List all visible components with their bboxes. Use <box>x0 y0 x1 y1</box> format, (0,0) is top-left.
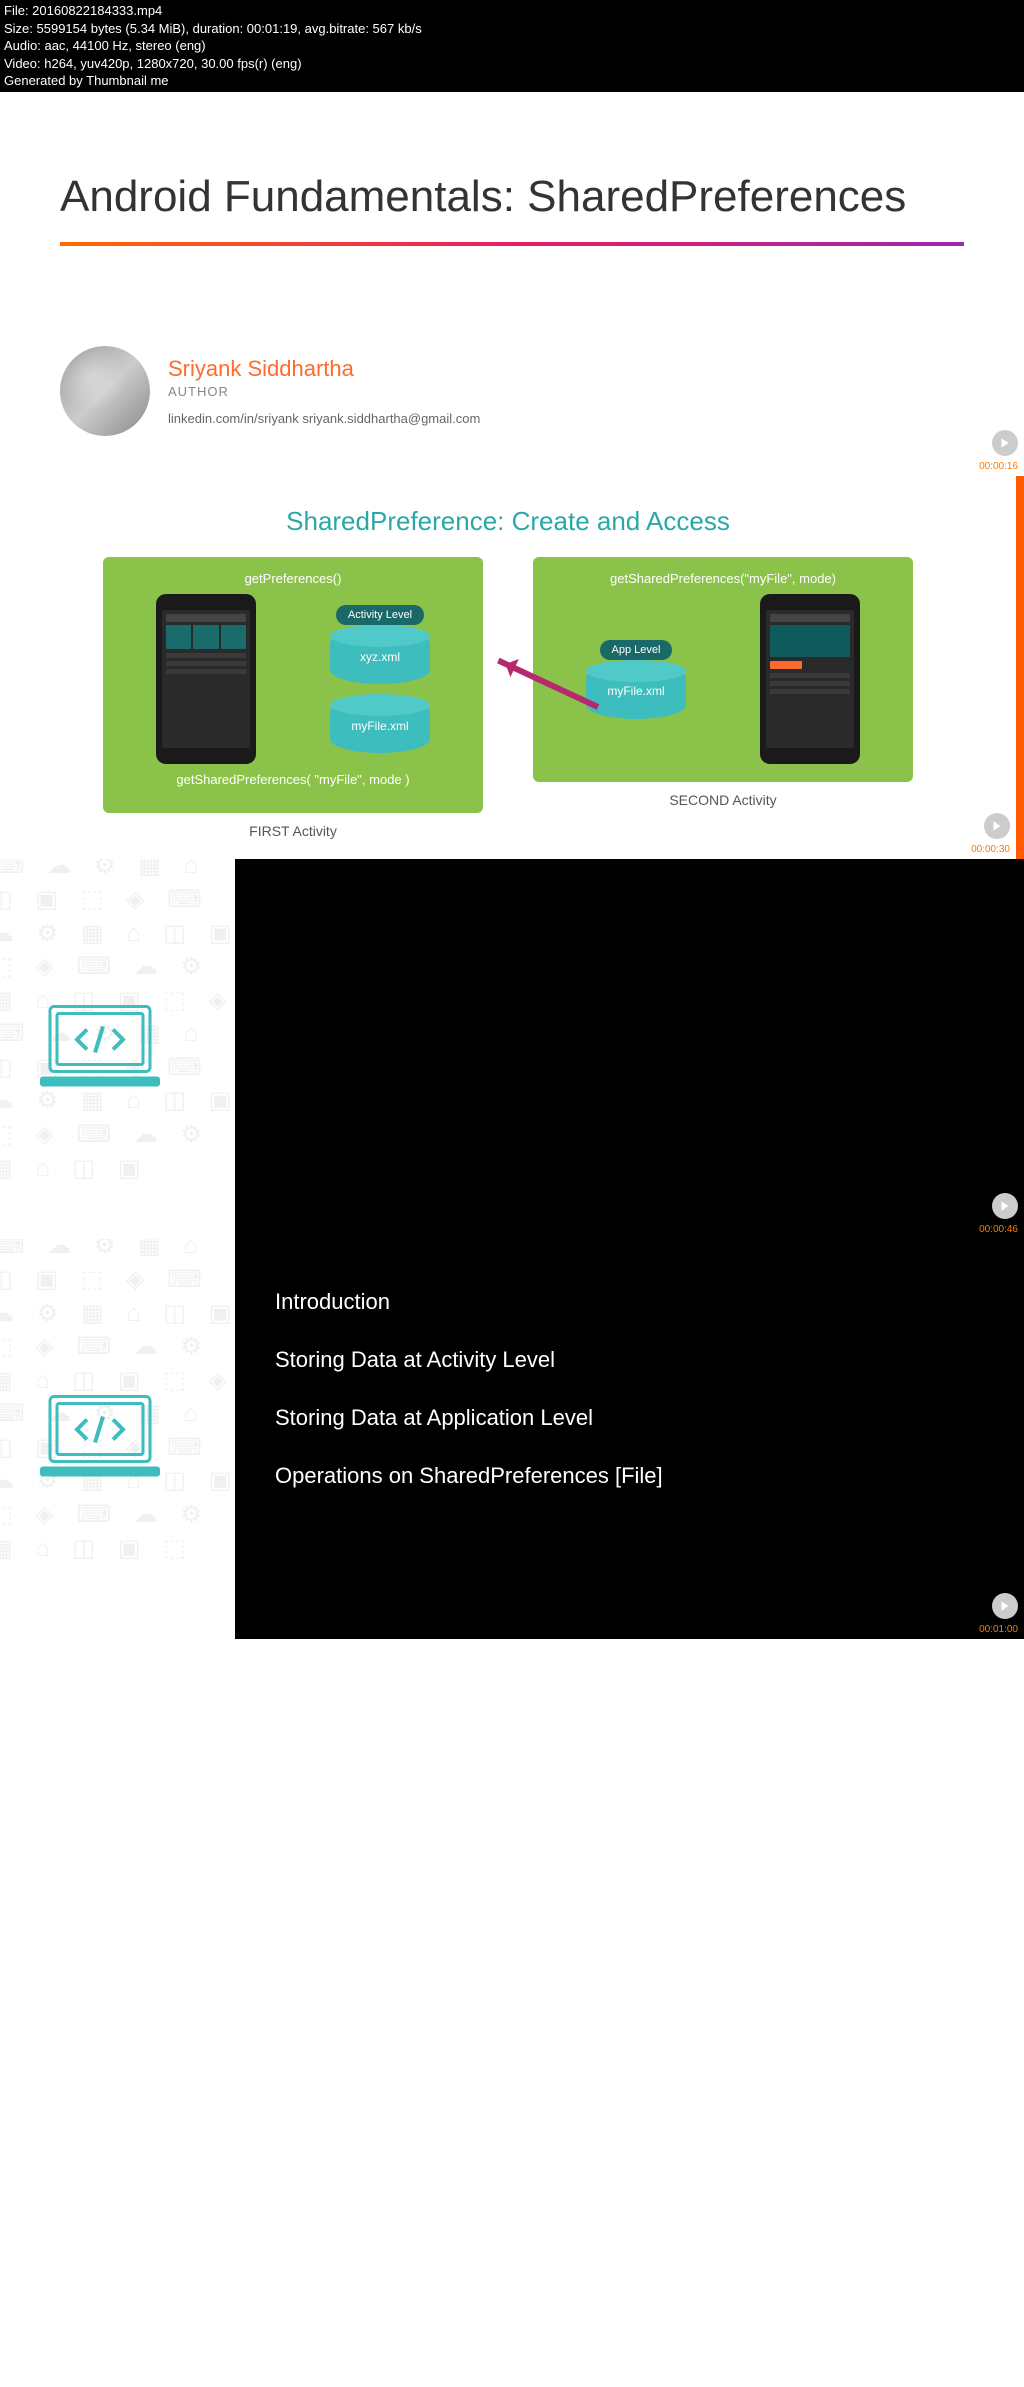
play-icon[interactable] <box>992 430 1018 456</box>
database-cylinder-icon: myFile.xml <box>586 664 686 719</box>
activity-label: FIRST Activity <box>103 823 483 839</box>
file-metadata-header: File: 20160822184333.mp4 Size: 5599154 b… <box>0 0 1024 92</box>
author-links: linkedin.com/in/sriyank sriyank.siddhart… <box>168 411 480 426</box>
timestamp: 00:00:16 <box>979 461 1018 472</box>
slide-title: SharedPreference: Create and Access <box>0 506 1016 537</box>
laptop-code-icon <box>35 1002 165 1097</box>
phone-mockup-icon <box>156 594 256 764</box>
activity-label: SECOND Activity <box>533 792 913 808</box>
toc-item: Storing Data at Activity Level <box>275 1347 984 1373</box>
divider-gradient <box>60 242 964 246</box>
thumbnail-3: ⌨ ☁ ⚙ ▦ ⌂ ◫ ▣ ⬚ ◈ ⌨ ☁ ⚙ ▦ ⌂ ◫ ▣ ⬚ ◈ ⌨ ☁ … <box>0 859 1024 1239</box>
timestamp: 00:01:00 <box>979 1624 1018 1635</box>
pattern-sidebar: ⌨ ☁ ⚙ ▦ ⌂ ◫ ▣ ⬚ ◈ ⌨ ☁ ⚙ ▦ ⌂ ◫ ▣ ⬚ ◈ ⌨ ☁ … <box>0 859 235 1239</box>
timestamp: 00:00:46 <box>979 1224 1018 1235</box>
course-title: Android Fundamentals: SharedPreferences <box>60 172 964 223</box>
phone-mockup-icon <box>760 594 860 764</box>
file-name: File: 20160822184333.mp4 <box>4 2 1020 20</box>
file-generator: Generated by Thumbnail me <box>4 72 1020 90</box>
first-activity-group: getPreferences() Activity Level xyz.xml <box>103 557 483 839</box>
play-icon[interactable] <box>992 1193 1018 1219</box>
toc-item: Operations on SharedPreferences [File] <box>275 1463 984 1489</box>
toc-item: Introduction <box>275 1289 984 1315</box>
code-label-getsharedpreferences: getSharedPreferences("myFile", mode) <box>553 571 893 586</box>
pattern-sidebar: ⌨ ☁ ⚙ ▦ ⌂ ◫ ▣ ⬚ ◈ ⌨ ☁ ⚙ ▦ ⌂ ◫ ▣ ⬚ ◈ ⌨ ☁ … <box>0 1239 235 1639</box>
database-cylinder-icon: xyz.xml <box>330 629 430 684</box>
file-audio: Audio: aac, 44100 Hz, stereo (eng) <box>4 37 1020 55</box>
laptop-code-icon <box>35 1392 165 1487</box>
toc-content: Introduction Storing Data at Activity Le… <box>235 1239 1024 1639</box>
author-block: Sriyank Siddhartha AUTHOR linkedin.com/i… <box>60 346 964 436</box>
file-size-duration: Size: 5599154 bytes (5.34 MiB), duration… <box>4 20 1020 38</box>
code-label-getpreferences: getPreferences() <box>123 571 463 586</box>
level-label: App Level <box>600 640 673 660</box>
code-label-getsharedpreferences: getSharedPreferences( "myFile", mode ) <box>123 772 463 787</box>
author-role: AUTHOR <box>168 384 480 399</box>
thumbnail-2: SharedPreference: Create and Access getP… <box>0 476 1024 859</box>
file-video: Video: h264, yuv420p, 1280x720, 30.00 fp… <box>4 55 1020 73</box>
thumbnail-4: ⌨ ☁ ⚙ ▦ ⌂ ◫ ▣ ⬚ ◈ ⌨ ☁ ⚙ ▦ ⌂ ◫ ▣ ⬚ ◈ ⌨ ☁ … <box>0 1239 1024 1639</box>
toc-item: Storing Data at Application Level <box>275 1405 984 1431</box>
database-cylinder-icon: myFile.xml <box>330 698 430 753</box>
timestamp: 00:00:30 <box>971 844 1010 855</box>
level-label: Activity Level <box>336 605 424 625</box>
thumbnail-1: Android Fundamentals: SharedPreferences … <box>0 92 1024 477</box>
author-name: Sriyank Siddhartha <box>168 356 480 382</box>
author-avatar <box>60 346 150 436</box>
diagram: getPreferences() Activity Level xyz.xml <box>0 557 1016 839</box>
second-activity-group: getSharedPreferences("myFile", mode) App… <box>533 557 913 839</box>
